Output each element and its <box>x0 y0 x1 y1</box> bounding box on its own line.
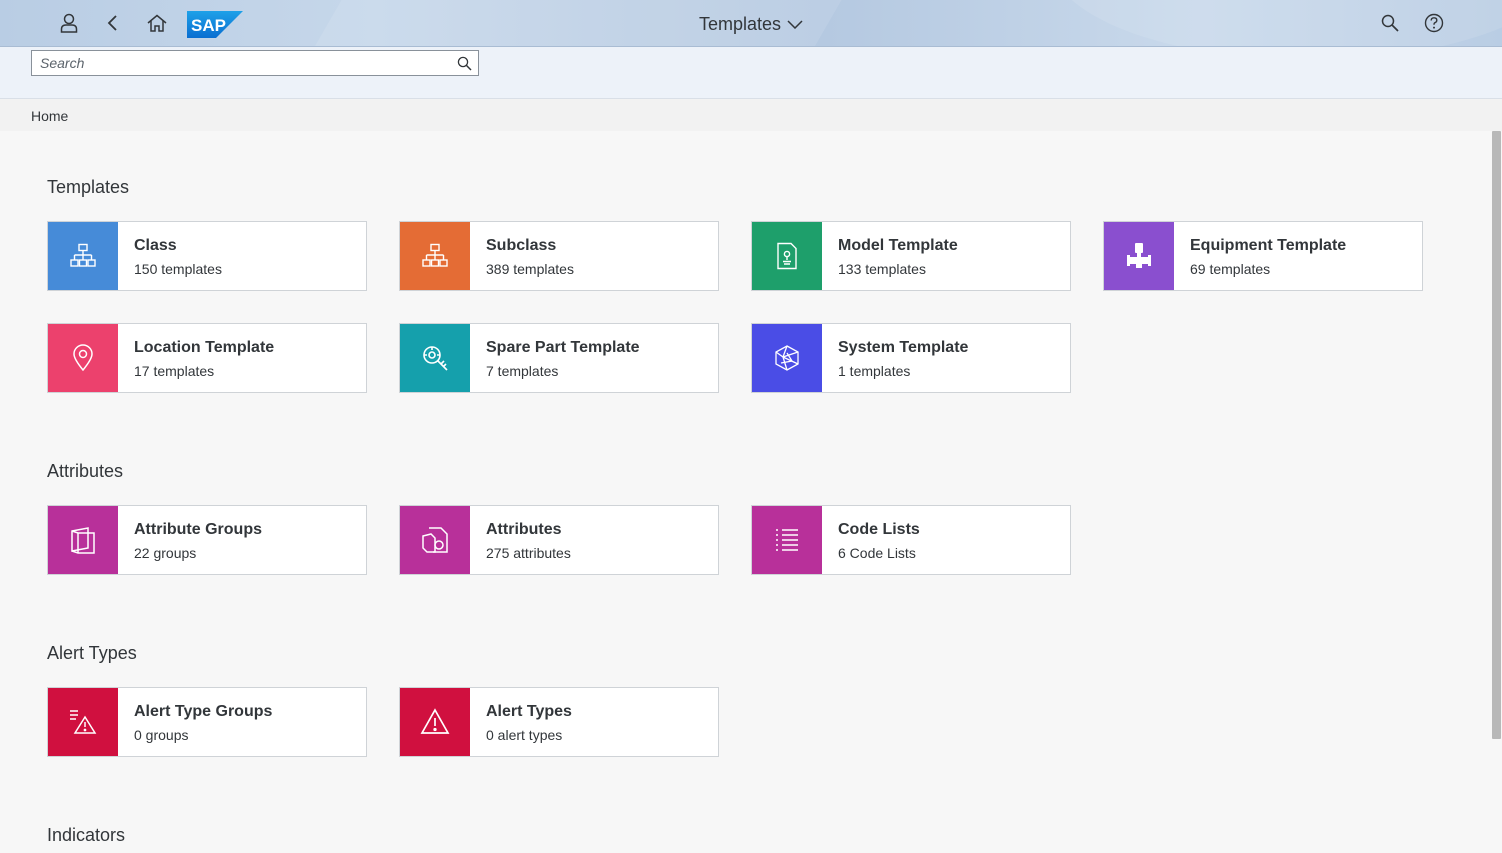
back-icon[interactable] <box>101 11 125 35</box>
section-title-attributes: Attributes <box>47 461 124 481</box>
tile-spare-part-template[interactable]: Spare Part Template 7 templates <box>399 323 719 393</box>
tile-attribute-groups[interactable]: Attribute Groups 22 groups <box>47 505 367 575</box>
tile-title: Subclass <box>486 237 557 254</box>
tile-location-template[interactable]: Location Template 17 templates <box>47 323 367 393</box>
attributes-icon <box>400 506 470 574</box>
tile-title: System Template <box>838 339 969 356</box>
search-icon[interactable] <box>450 51 478 75</box>
tile-alert-type-groups[interactable]: Alert Type Groups 0 groups <box>47 687 367 757</box>
tile-title: Alert Type Groups <box>134 703 273 720</box>
tile-count: 69 templates <box>1190 261 1271 277</box>
attribute-group-icon <box>48 506 118 574</box>
hierarchy-icon <box>400 222 470 290</box>
tile-title: Class <box>134 237 177 254</box>
section-title-alert-types: Alert Types <box>47 643 137 663</box>
tile-count: 275 attributes <box>486 545 571 561</box>
tile-title: Alert Types <box>486 703 572 720</box>
section-title-indicators: Indicators <box>47 825 126 845</box>
tile-title: Code Lists <box>838 521 920 538</box>
tile-title: Model Template <box>838 237 958 254</box>
tile-count: 7 templates <box>486 363 559 379</box>
app-title: Templates <box>699 13 782 34</box>
tile-count: 133 templates <box>838 261 926 277</box>
search-field[interactable] <box>31 50 479 76</box>
tile-count: 17 templates <box>134 363 215 379</box>
svg-text:SAP: SAP <box>191 16 226 35</box>
chevron-down-icon <box>787 20 803 29</box>
user-icon[interactable] <box>57 11 81 35</box>
tile-subclass[interactable]: Subclass 389 templates <box>399 221 719 291</box>
tile-count: 1 templates <box>838 363 911 379</box>
sap-logo[interactable]: SAP <box>187 11 243 38</box>
tile-attributes[interactable]: Attributes 275 attributes <box>399 505 719 575</box>
breadcrumb-home[interactable]: Home <box>31 108 68 124</box>
tile-equipment-template[interactable]: Equipment Template 69 templates <box>1103 221 1423 291</box>
tile-count: 22 groups <box>134 545 197 561</box>
alert-group-icon <box>48 688 118 756</box>
section-title-templates: Templates <box>47 177 130 197</box>
tile-model-template[interactable]: Model Template 133 templates <box>751 221 1071 291</box>
location-pin-icon <box>48 324 118 392</box>
vertical-scrollbar[interactable] <box>1491 131 1502 853</box>
tile-class[interactable]: Class 150 templates <box>47 221 367 291</box>
tile-title: Equipment Template <box>1190 237 1347 254</box>
tile-count: 0 alert types <box>486 727 563 743</box>
shell-bar: SAP Templates <box>0 0 1502 47</box>
tile-title: Attribute Groups <box>134 521 262 538</box>
system-network-icon <box>752 324 822 392</box>
tile-title: Location Template <box>134 339 275 356</box>
spare-part-icon <box>400 324 470 392</box>
search-input[interactable] <box>32 52 450 74</box>
list-icon <box>752 506 822 574</box>
tile-count: 389 templates <box>486 261 574 277</box>
app-title-menu[interactable]: Templates <box>699 12 803 36</box>
model-document-icon <box>752 222 822 290</box>
search-icon[interactable] <box>1378 11 1402 35</box>
scrollbar-thumb[interactable] <box>1492 131 1501 739</box>
home-icon[interactable] <box>145 11 169 35</box>
tile-system-template[interactable]: System Template 1 templates <box>751 323 1071 393</box>
alert-icon <box>400 688 470 756</box>
hierarchy-icon <box>48 222 118 290</box>
tile-alert-types[interactable]: Alert Types 0 alert types <box>399 687 719 757</box>
breadcrumb-bar <box>0 99 1502 131</box>
tile-count: 0 groups <box>134 727 189 743</box>
tile-code-lists[interactable]: Code Lists 6 Code Lists <box>751 505 1071 575</box>
equipment-icon <box>1104 222 1174 290</box>
help-icon[interactable] <box>1422 11 1446 35</box>
tile-count: 6 Code Lists <box>838 545 916 561</box>
tile-count: 150 templates <box>134 261 222 277</box>
tile-title: Attributes <box>486 521 562 538</box>
tile-title: Spare Part Template <box>486 339 640 356</box>
